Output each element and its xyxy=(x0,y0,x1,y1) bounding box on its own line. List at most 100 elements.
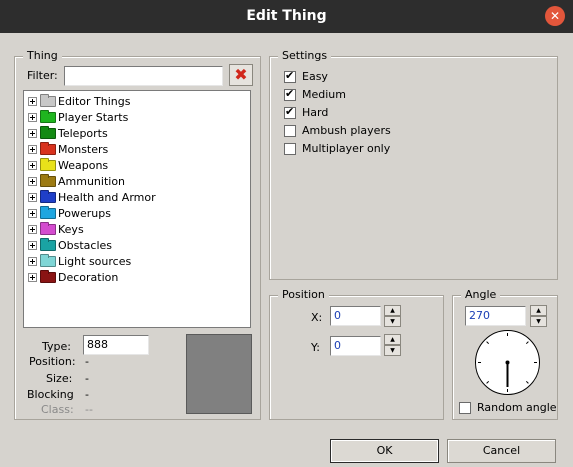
tree-item[interactable]: Keys xyxy=(28,221,84,237)
position-value: - xyxy=(85,355,89,368)
folder-icon xyxy=(40,269,56,283)
decrement-icon[interactable]: ▼ xyxy=(384,316,401,327)
x-input[interactable]: 0 xyxy=(330,306,381,326)
expand-icon[interactable] xyxy=(28,192,37,202)
expand-icon[interactable] xyxy=(28,272,37,282)
checkbox-icon[interactable] xyxy=(284,87,296,101)
multiplayer-only-label: Multiplayer only xyxy=(302,142,391,155)
size-value: - xyxy=(85,372,89,385)
position-label: Position: xyxy=(29,355,76,368)
folder-icon xyxy=(40,189,56,203)
expand-icon[interactable] xyxy=(28,112,37,122)
tree-item[interactable]: Weapons xyxy=(28,157,108,173)
tree-item-label: Obstacles xyxy=(58,238,113,252)
blocking-label: Blocking xyxy=(27,388,74,401)
increment-icon[interactable]: ▲ xyxy=(530,305,547,316)
hard-checkbox[interactable]: Hard xyxy=(284,105,329,119)
position-group-legend: Position xyxy=(278,288,329,301)
size-label: Size: xyxy=(46,372,73,385)
blocking-value: - xyxy=(85,388,89,401)
ambush-players-label: Ambush players xyxy=(302,124,391,137)
expand-icon[interactable] xyxy=(28,240,37,250)
tree-item[interactable]: Teleports xyxy=(28,125,108,141)
expand-icon[interactable] xyxy=(28,224,37,234)
medium-checkbox[interactable]: Medium xyxy=(284,87,346,101)
angle-spinner[interactable]: ▲ ▼ xyxy=(530,305,547,327)
title-bar: Edit Thing ✕ xyxy=(0,0,573,33)
folder-icon xyxy=(40,173,56,187)
expand-icon[interactable] xyxy=(28,128,37,138)
x-label: X: xyxy=(311,311,323,324)
expand-icon[interactable] xyxy=(28,256,37,266)
type-input[interactable]: 888 xyxy=(83,335,149,355)
folder-icon xyxy=(40,125,56,139)
tree-item-label: Health and Armor xyxy=(58,190,156,204)
random-angle-checkbox[interactable]: Random angle xyxy=(459,401,557,414)
y-label: Y: xyxy=(311,341,320,354)
tree-item[interactable]: Decoration xyxy=(28,269,118,285)
easy-label: Easy xyxy=(302,70,328,83)
settings-group-legend: Settings xyxy=(278,49,332,62)
ok-button[interactable]: OK xyxy=(330,439,439,463)
decrement-icon[interactable]: ▼ xyxy=(384,345,401,356)
y-input[interactable]: 0 xyxy=(330,336,381,356)
tree-item[interactable]: Light sources xyxy=(28,253,131,269)
checkbox-icon[interactable] xyxy=(284,105,296,119)
tree-item[interactable]: Powerups xyxy=(28,205,111,221)
thing-preview xyxy=(186,334,252,414)
tree-item[interactable]: Health and Armor xyxy=(28,189,156,205)
tree-item[interactable]: Obstacles xyxy=(28,237,112,253)
folder-icon xyxy=(40,237,56,251)
increment-icon[interactable]: ▲ xyxy=(384,305,401,316)
folder-icon xyxy=(40,221,56,235)
expand-icon[interactable] xyxy=(28,208,37,218)
filter-input[interactable] xyxy=(64,66,223,86)
clear-filter-button[interactable]: ✖ xyxy=(229,64,253,86)
tree-item-label: Teleports xyxy=(58,126,108,140)
y-spinner[interactable]: ▲ ▼ xyxy=(384,334,401,356)
easy-checkbox[interactable]: Easy xyxy=(284,69,328,83)
angle-dial-graphic xyxy=(478,333,537,392)
checkbox-icon[interactable] xyxy=(284,124,296,137)
angle-input[interactable]: 270 xyxy=(465,306,526,326)
class-label: Class: xyxy=(41,403,74,416)
tree-item-label: Powerups xyxy=(58,206,111,220)
expand-icon[interactable] xyxy=(28,96,37,106)
tree-item[interactable]: Monsters xyxy=(28,141,108,157)
increment-icon[interactable]: ▲ xyxy=(384,334,401,345)
tree-item-label: Ammunition xyxy=(58,174,126,188)
x-spinner[interactable]: ▲ ▼ xyxy=(384,305,401,327)
window-title: Edit Thing xyxy=(246,8,327,24)
medium-label: Medium xyxy=(302,88,346,101)
clear-icon: ✖ xyxy=(234,65,248,84)
hard-label: Hard xyxy=(302,106,329,119)
tree-item[interactable]: Player Starts xyxy=(28,109,128,125)
checkbox-icon[interactable] xyxy=(284,69,296,83)
thing-tree[interactable]: Editor Things Player Starts Teleports Mo… xyxy=(23,90,251,328)
folder-icon xyxy=(40,205,56,219)
tree-item-label: Weapons xyxy=(58,158,109,172)
tree-item-label: Light sources xyxy=(58,254,132,268)
checkbox-icon[interactable] xyxy=(284,142,296,155)
tree-item[interactable]: Editor Things xyxy=(28,93,130,109)
close-icon[interactable]: ✕ xyxy=(545,6,565,26)
tree-item-label: Decoration xyxy=(58,270,119,284)
expand-icon[interactable] xyxy=(28,144,37,154)
checkbox-icon[interactable] xyxy=(459,401,471,414)
class-value: -- xyxy=(85,403,93,416)
tree-item-label: Keys xyxy=(58,222,84,236)
expand-icon[interactable] xyxy=(28,176,37,186)
folder-icon xyxy=(40,157,56,171)
expand-icon[interactable] xyxy=(28,160,37,170)
thing-group-legend: Thing xyxy=(23,49,62,62)
tree-item[interactable]: Ammunition xyxy=(28,173,125,189)
ambush-players-checkbox[interactable]: Ambush players xyxy=(284,124,391,137)
folder-icon xyxy=(40,253,56,267)
decrement-icon[interactable]: ▼ xyxy=(530,316,547,327)
tree-item-label: Editor Things xyxy=(58,94,131,108)
angle-group-legend: Angle xyxy=(461,288,501,301)
folder-icon xyxy=(40,93,56,107)
multiplayer-only-checkbox[interactable]: Multiplayer only xyxy=(284,142,390,155)
cancel-button[interactable]: Cancel xyxy=(447,439,556,463)
angle-dial[interactable] xyxy=(475,330,540,395)
